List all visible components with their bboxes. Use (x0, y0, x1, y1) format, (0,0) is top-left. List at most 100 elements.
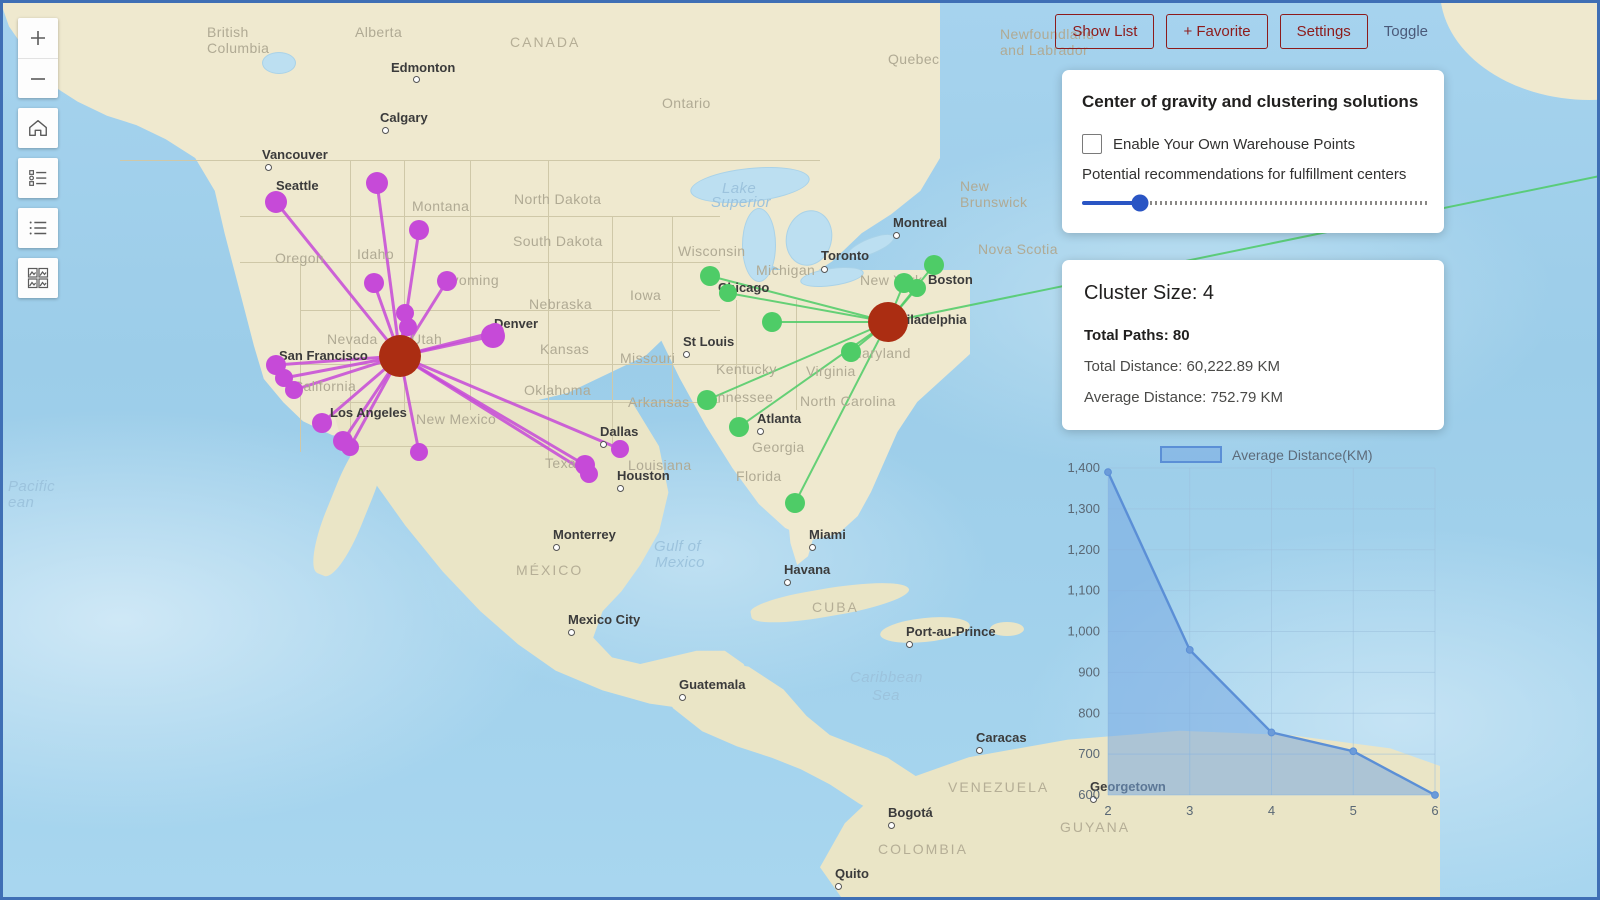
city-marker (976, 747, 983, 754)
cluster-point[interactable] (437, 271, 457, 291)
landmass-puerto-rico (990, 622, 1024, 636)
chart-x-tick: 4 (1268, 803, 1275, 818)
toggle-link[interactable]: Toggle (1380, 14, 1432, 49)
chart-point[interactable] (1104, 468, 1112, 476)
cluster-point[interactable] (785, 493, 805, 513)
show-list-button[interactable]: Show List (1055, 14, 1155, 49)
city-marker (757, 428, 764, 435)
clustering-controls-panel: Center of gravity and clustering solutio… (1062, 70, 1444, 233)
enable-warehouse-checkbox[interactable] (1082, 134, 1102, 154)
chart-y-tick: 1,200 (1067, 542, 1100, 557)
cluster-point[interactable] (312, 413, 332, 433)
cluster-point[interactable] (697, 390, 717, 410)
slider-remaining-track (1150, 201, 1428, 205)
lake-michigan (742, 208, 776, 282)
cluster-point[interactable] (580, 465, 598, 483)
layer-list-control[interactable] (18, 208, 58, 248)
average-distance-value: Average Distance: 752.79 KM (1084, 389, 1284, 406)
chart-y-tick: 800 (1078, 705, 1100, 720)
zoom-out-button[interactable] (18, 58, 58, 98)
home-button[interactable] (18, 108, 58, 148)
cluster-count-slider[interactable] (1082, 193, 1428, 213)
city-marker (888, 822, 895, 829)
cluster-point[interactable] (366, 172, 388, 194)
top-action-bar[interactable]: Show List + Favorite Settings Toggle (1055, 14, 1432, 49)
zoom-controls[interactable] (18, 18, 58, 98)
cluster-point[interactable] (611, 440, 629, 458)
cluster-point[interactable] (729, 417, 749, 437)
city-marker (821, 266, 828, 273)
cluster-point[interactable] (409, 220, 429, 240)
city-marker (835, 883, 842, 890)
city-marker (683, 351, 690, 358)
chart-point[interactable] (1431, 791, 1439, 799)
cluster-point[interactable] (399, 318, 417, 336)
list-icon (29, 221, 47, 235)
average-distance-chart[interactable]: Average Distance(KM) 600 700 800 900 1,000 1,… (1060, 440, 1600, 840)
home-icon (29, 119, 47, 137)
border-line (240, 262, 720, 263)
add-favorite-button[interactable]: + Favorite (1166, 14, 1268, 49)
minus-icon (31, 77, 45, 80)
cluster-point[interactable] (700, 266, 720, 286)
legend-list-icon (29, 170, 47, 186)
city-marker (382, 127, 389, 134)
home-control[interactable] (18, 108, 58, 148)
border-line (350, 160, 351, 450)
cluster-stats-panel: Cluster Size: 4 Total Paths: 80 Total Di… (1062, 260, 1444, 430)
city-marker (600, 441, 607, 448)
city-marker (265, 164, 272, 171)
basemap-grid-icon (27, 267, 49, 289)
chart-y-tick: 600 (1078, 787, 1100, 802)
layer-list-button[interactable] (18, 208, 58, 248)
chart-svg: 600 700 800 900 1,000 1,100 1,200 1,300 1,400 2 3 4… (1067, 460, 1439, 818)
cluster-point[interactable] (364, 273, 384, 293)
border-line (300, 310, 720, 311)
cluster-centroid[interactable] (868, 302, 908, 342)
chart-y-tick: 1,000 (1067, 624, 1100, 639)
cluster-point[interactable] (410, 443, 428, 461)
settings-button[interactable]: Settings (1279, 14, 1368, 49)
city-marker (568, 629, 575, 636)
city-marker (893, 232, 900, 239)
chart-y-tick: 900 (1078, 664, 1100, 679)
basemap-gallery-button[interactable] (18, 258, 58, 298)
cluster-point[interactable] (285, 381, 303, 399)
city-marker (553, 544, 560, 551)
cluster-centroid[interactable] (379, 335, 421, 377)
panel-title: Center of gravity and clustering solutio… (1082, 92, 1419, 111)
cluster-point[interactable] (341, 438, 359, 456)
enable-warehouse-row[interactable]: Enable Your Own Warehouse Points (1082, 134, 1424, 154)
cluster-point[interactable] (841, 342, 861, 362)
cluster-point[interactable] (719, 284, 737, 302)
basemap-gallery-control[interactable] (18, 258, 58, 298)
slider-thumb[interactable] (1131, 194, 1149, 212)
chart-y-tick: 700 (1078, 746, 1100, 761)
zoom-in-button[interactable] (18, 18, 58, 58)
cluster-point[interactable] (486, 323, 504, 341)
map-toolbar[interactable] (18, 18, 58, 298)
chart-y-tick: 1,400 (1067, 460, 1100, 475)
cluster-point[interactable] (924, 255, 944, 275)
border-line (340, 402, 720, 403)
chart-x-tick: 2 (1104, 803, 1111, 818)
plus-icon (31, 31, 45, 45)
chart-point[interactable] (1267, 728, 1276, 737)
city-marker (413, 76, 420, 83)
cluster-point[interactable] (265, 191, 287, 213)
slider-label: Potential recommendations for fulfillmen… (1082, 166, 1407, 183)
city-marker (809, 544, 816, 551)
cluster-size-title: Cluster Size: 4 (1084, 282, 1215, 304)
border-line (300, 262, 301, 452)
legend-control[interactable] (18, 158, 58, 198)
border-line (548, 160, 549, 460)
chart-point[interactable] (1185, 645, 1194, 654)
chart-x-tick: 5 (1350, 803, 1357, 818)
cluster-point[interactable] (908, 279, 926, 297)
legend-button[interactable] (18, 158, 58, 198)
cluster-point[interactable] (762, 312, 782, 332)
chart-y-tick: 1,300 (1067, 501, 1100, 516)
chart-point[interactable] (1349, 747, 1358, 756)
city-marker (906, 641, 913, 648)
border-line (470, 160, 471, 410)
